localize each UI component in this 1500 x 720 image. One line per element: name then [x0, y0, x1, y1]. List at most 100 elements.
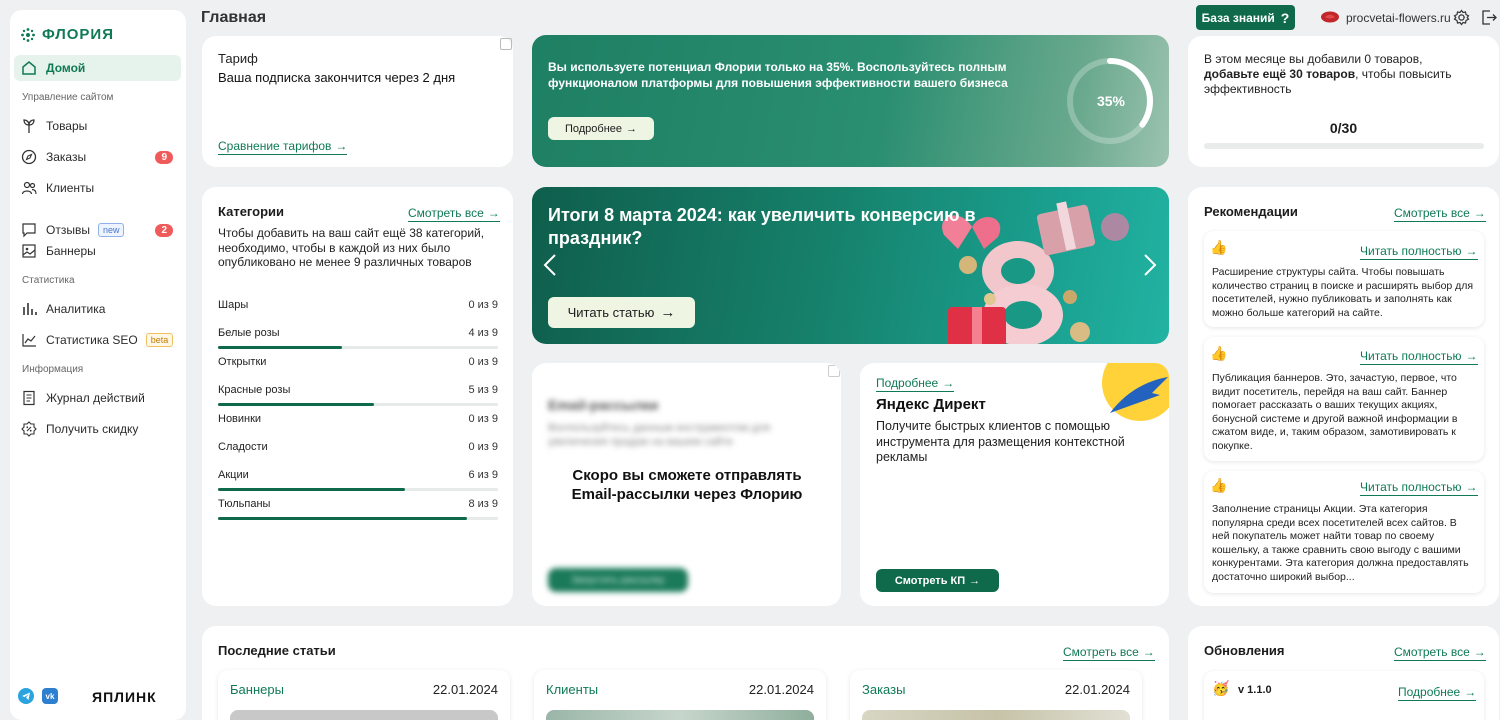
article-card[interactable]: Баннеры 22.01.2024 — [218, 670, 510, 720]
compare-tariffs-label: Сравнение тарифов — [218, 139, 332, 153]
sidebar-item-clients[interactable]: Клиенты — [14, 175, 181, 201]
category-name: Красные розы — [218, 384, 291, 397]
category-count: 6 из 9 — [468, 469, 498, 482]
categories-title: Категории — [218, 204, 285, 219]
recommendations-see-all-link[interactable]: Смотреть все → — [1394, 204, 1486, 222]
email-campaign-card: Email-рассылки Воспользуйтесь данным инс… — [532, 363, 841, 606]
rose-logo-icon — [1320, 10, 1340, 24]
update-more-link[interactable]: Подробнее → — [1398, 683, 1477, 701]
update-version: v 1.1.0 — [1238, 684, 1272, 696]
sidebar-item-seo[interactable]: Статистика SEO beta — [14, 327, 181, 353]
site-domain[interactable]: procvetai-flowers.ru — [1346, 11, 1451, 25]
category-name: Открытки — [218, 355, 267, 368]
updates-see-all-link[interactable]: Смотреть все → — [1394, 643, 1486, 661]
direct-title: Яндекс Директ — [876, 396, 986, 413]
article-image — [230, 710, 498, 720]
settings-gear-icon[interactable] — [1453, 9, 1470, 31]
categories-see-all-link[interactable]: Смотреть все → — [408, 204, 500, 222]
view-offer-button[interactable]: Смотреть КП → — [876, 569, 999, 592]
tariff-title: Тариф — [218, 51, 258, 66]
category-progress-bar — [218, 403, 498, 407]
category-count: 0 из 9 — [468, 299, 498, 311]
article-image — [546, 710, 814, 720]
carousel-next-icon[interactable] — [1143, 253, 1157, 282]
knowledge-base-button[interactable]: База знаний ? — [1196, 5, 1295, 30]
progress-line1: В этом месяце вы добавили 0 товаров, — [1204, 52, 1423, 66]
articles-title: Последние статьи — [218, 643, 336, 658]
category-progress-bar — [218, 488, 498, 492]
page-title: Главная — [201, 9, 267, 26]
logout-icon[interactable] — [1481, 9, 1497, 31]
direct-text: Получите быстрых клиентов с помощью инст… — [876, 419, 1125, 464]
sidebar: ФЛОРИЯ Домой Управление сайтом Товары За… — [10, 10, 186, 720]
read-more-link[interactable]: Читать полностью → — [1360, 242, 1478, 260]
category-progress-fill — [218, 403, 374, 407]
category-name: Сладости — [218, 441, 268, 453]
discount-icon — [20, 420, 38, 438]
category-progress-fill — [218, 516, 467, 520]
knowledge-base-label: База знаний — [1201, 10, 1275, 25]
section-label-site: Управление сайтом — [22, 92, 114, 103]
read-more-label: Читать полностью — [1360, 480, 1462, 494]
progress-bold: добавьте ещё 30 товаров — [1204, 67, 1356, 81]
sidebar-item-orders[interactable]: Заказы 9 — [14, 144, 181, 170]
image-icon — [20, 242, 38, 260]
banner-title: Итоги 8 марта 2024: как увеличить конвер… — [548, 205, 976, 248]
telegram-icon[interactable] — [18, 688, 34, 704]
direct-more-link[interactable]: Подробнее → — [876, 374, 955, 392]
promo-text: Вы используете потенциал Флории только н… — [548, 60, 1008, 90]
partner-logo[interactable]: ЯПЛИНК — [92, 689, 157, 705]
article-card[interactable]: Заказы 22.01.2024 — [850, 670, 1142, 720]
email-coming-soon-message: Скоро вы сможете отправлять Email-рассыл… — [571, 467, 803, 503]
brand-logo[interactable]: ФЛОРИЯ — [20, 26, 114, 43]
promo-more-label: Подробнее — [564, 122, 623, 135]
compare-tariffs-link[interactable]: Сравнение тарифов → — [218, 137, 348, 155]
articles-see-all-link[interactable]: Смотреть все → — [1063, 643, 1155, 661]
see-all-label: Смотреть все — [1394, 206, 1470, 220]
direct-more-label: Подробнее — [876, 376, 939, 390]
vk-icon[interactable]: vk — [42, 688, 58, 704]
article-category: Клиенты — [546, 682, 599, 697]
category-progress-fill — [218, 346, 343, 350]
potential-percent: 35% — [1096, 93, 1126, 109]
sidebar-item-journal[interactable]: Журнал действий — [14, 385, 181, 411]
orders-count-badge: 9 — [155, 150, 173, 164]
yandex-direct-card: Подробнее → Яндекс Директ Получите быстры… — [860, 363, 1169, 606]
category-name: Белые розы — [218, 327, 280, 340]
read-article-button[interactable]: Читать статью → — [548, 297, 695, 328]
sidebar-item-label: Журнал действий — [46, 391, 145, 405]
category-count: 5 из 9 — [468, 384, 498, 397]
sidebar-item-label: Домой — [46, 61, 86, 75]
article-image — [862, 710, 1130, 720]
email-blurred-button: Запустить рассылку — [548, 568, 688, 592]
recommendation-text: Расширение структуры сайта. Чтобы повыша… — [1212, 266, 1474, 319]
carousel-prev-icon[interactable] — [543, 253, 557, 282]
brand-name: ФЛОРИЯ — [42, 26, 114, 43]
sidebar-item-products[interactable]: Товары — [14, 113, 181, 139]
read-more-link[interactable]: Читать полностью → — [1360, 347, 1478, 365]
read-more-link[interactable]: Читать полностью → — [1360, 478, 1478, 496]
category-count: 8 из 9 — [468, 497, 498, 510]
plant-icon — [20, 117, 38, 135]
sidebar-item-label: Товары — [46, 119, 88, 133]
products-progress-bar — [1204, 143, 1484, 149]
read-article-label: Читать статью — [567, 305, 655, 320]
yandex-direct-logo-icon[interactable] — [1100, 363, 1169, 423]
tariff-card: Тариф Ваша подписка закончится через 2 д… — [202, 36, 513, 167]
potential-promo-card: Вы используете потенциал Флории только н… — [532, 35, 1169, 167]
sidebar-item-home[interactable]: Домой — [14, 55, 181, 81]
question-icon: ? — [1280, 9, 1290, 26]
categories-card: Категории Смотреть все → Чтобы добавить н… — [202, 187, 513, 606]
category-name: Тюльпаны — [218, 497, 271, 510]
tariff-subscription-text: Ваша подписка закончится через 2 дня — [218, 70, 456, 85]
sidebar-item-analytics[interactable]: Аналитика — [14, 296, 181, 322]
article-card[interactable]: Клиенты 22.01.2024 — [534, 670, 826, 720]
sidebar-item-discount[interactable]: Получить скидку — [14, 416, 181, 442]
broken-image-icon — [500, 38, 512, 50]
article-date: 22.01.2024 — [432, 682, 498, 697]
chat-icon — [20, 221, 38, 239]
see-all-label: Смотреть все — [408, 206, 484, 220]
thumbs-up-icon: 👍 — [1210, 345, 1228, 361]
promo-more-button[interactable]: Подробнее → — [548, 117, 654, 140]
sidebar-item-banners[interactable]: Баннеры — [14, 238, 181, 264]
